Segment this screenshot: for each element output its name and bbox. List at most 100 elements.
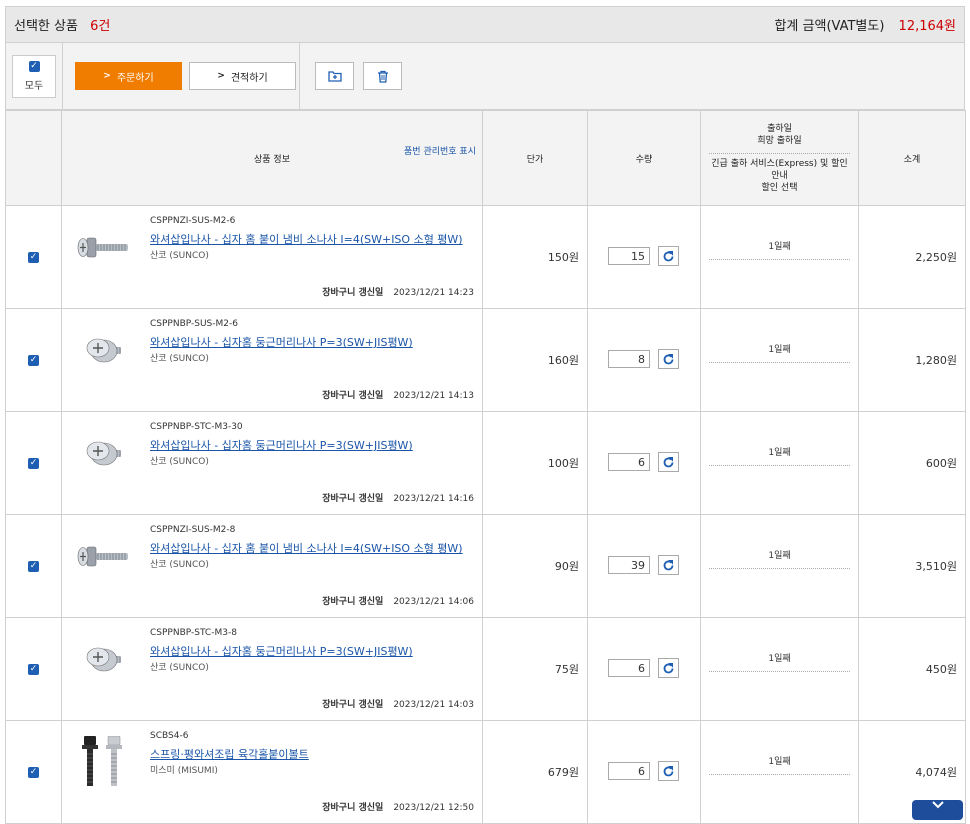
refresh-icon bbox=[663, 353, 674, 364]
divider bbox=[709, 671, 850, 672]
row-subtotal: 1,280원 bbox=[858, 308, 966, 412]
chevron-right-icon: > bbox=[103, 71, 111, 81]
row-checkbox[interactable]: ✓ bbox=[28, 251, 39, 263]
row-subtotal: 2,250원 bbox=[858, 205, 966, 309]
ship-day: 1일째 bbox=[768, 345, 791, 355]
product-name-link[interactable]: 와셔삽입나사 - 십자 홈 붙이 냄비 소나사 I=4(SW+ISO 소형 평W… bbox=[150, 231, 463, 247]
product-image[interactable] bbox=[76, 541, 130, 571]
cart-updated-date: 2023/12/21 14:03 bbox=[393, 700, 474, 710]
refresh-icon bbox=[663, 456, 674, 467]
header-express-info: 긴급 출하 서비스(Express) 및 할인 안내 bbox=[711, 158, 848, 181]
summary-bar: 선택한 상품 6건 합계 금액(VAT별도) 12,164원 bbox=[5, 6, 965, 43]
ship-day: 1일째 bbox=[768, 242, 791, 252]
quantity-input[interactable]: 15 bbox=[608, 247, 650, 265]
product-image[interactable] bbox=[76, 438, 130, 468]
refresh-icon bbox=[663, 662, 674, 673]
product-image[interactable] bbox=[76, 735, 130, 788]
unit-price: 679원 bbox=[482, 720, 588, 824]
cart-updated-date: 2023/12/21 14:16 bbox=[393, 494, 474, 504]
header-desired-ship-date: 희망 출하일 bbox=[757, 135, 802, 146]
divider bbox=[709, 465, 850, 466]
ship-day: 1일째 bbox=[768, 757, 791, 767]
quote-button[interactable]: > 견적하기 bbox=[189, 62, 296, 90]
add-to-folder-button[interactable] bbox=[315, 62, 354, 90]
product-image[interactable] bbox=[76, 335, 130, 365]
table-row: ✓ CSPPNBP-SUS-M2-6 와셔삽입나사 - 십자홈 둥근머리나사 P… bbox=[5, 308, 966, 412]
quantity-input[interactable]: 6 bbox=[608, 659, 650, 677]
divider bbox=[709, 774, 850, 775]
chevron-down-icon bbox=[931, 801, 944, 809]
row-checkbox[interactable]: ✓ bbox=[28, 560, 39, 572]
divider bbox=[709, 568, 850, 569]
round-head-screw-image bbox=[86, 647, 121, 672]
cart-updated-label: 장바구니 갱신일 bbox=[322, 288, 384, 298]
product-name-link[interactable]: 스프링·평와셔조립 육각홀붙이볼트 bbox=[150, 746, 309, 762]
ship-day: 1일째 bbox=[768, 551, 791, 561]
quantity-input[interactable]: 6 bbox=[608, 453, 650, 471]
order-button[interactable]: > 주문하기 bbox=[75, 62, 182, 90]
refresh-quantity-button[interactable] bbox=[658, 349, 679, 369]
refresh-quantity-button[interactable] bbox=[658, 555, 679, 575]
product-code: SCBS4-6 bbox=[150, 731, 189, 741]
product-code: CSPPNBP-SUS-M2-6 bbox=[150, 319, 238, 329]
refresh-quantity-button[interactable] bbox=[658, 246, 679, 266]
row-subtotal: 450원 bbox=[858, 617, 966, 721]
divider bbox=[709, 259, 850, 260]
cart-updated-label: 장바구니 갱신일 bbox=[322, 803, 384, 813]
product-name-link[interactable]: 와셔삽입나사 - 십자홈 둥근머리나사 P=3(SW+JIS평W) bbox=[150, 437, 413, 453]
row-checkbox[interactable]: ✓ bbox=[28, 663, 39, 675]
header-ship-date: 출하일 bbox=[767, 123, 792, 134]
ship-day: 1일째 bbox=[768, 448, 791, 458]
select-all-checkbox[interactable]: ✓ 모두 bbox=[12, 54, 56, 98]
cart-table: 상품 정보 품번 관리번호 표시 단가 수량 출하일 희망 출하일 긴급 출하 … bbox=[5, 110, 966, 824]
scroll-down-button[interactable] bbox=[912, 800, 963, 820]
cart-updated-label: 장바구니 갱신일 bbox=[322, 597, 384, 607]
pan-head-screw-image bbox=[77, 546, 128, 567]
selected-label: 선택한 상품 bbox=[14, 19, 78, 34]
quantity-input[interactable]: 8 bbox=[608, 350, 650, 368]
table-row: ✓ CSPPNBP-STC-M3-30 와셔삽입나사 - 십자홈 둥근머리나사 … bbox=[5, 411, 966, 515]
table-row: ✓ CSPPNBP-STC-M3-8 와셔삽입나사 - 십자홈 둥근머리나사 P… bbox=[5, 617, 966, 721]
refresh-quantity-button[interactable] bbox=[658, 658, 679, 678]
product-maker: 산코 (SUNCO) bbox=[150, 251, 209, 261]
table-row: ✓ CSPPNZI-SUS-M2-6 와셔삽입나사 - 십자 홈 붙이 냄비 소… bbox=[5, 205, 966, 309]
unit-price: 90원 bbox=[482, 514, 588, 618]
product-maker: 산코 (SUNCO) bbox=[150, 457, 209, 467]
quantity-input[interactable]: 39 bbox=[608, 556, 650, 574]
cart-updated-label: 장바구니 갱신일 bbox=[322, 494, 384, 504]
product-name-link[interactable]: 와셔삽입나사 - 십자 홈 붙이 냄비 소나사 I=4(SW+ISO 소형 평W… bbox=[150, 540, 463, 556]
product-code: CSPPNZI-SUS-M2-6 bbox=[150, 216, 236, 226]
product-code: CSPPNBP-STC-M3-30 bbox=[150, 422, 243, 432]
cart-toolbar: ✓ 모두 > 주문하기 > 견적하기 bbox=[5, 43, 965, 110]
product-name-link[interactable]: 와셔삽입나사 - 십자홈 둥근머리나사 P=3(SW+JIS평W) bbox=[150, 643, 413, 659]
ship-day: 1일째 bbox=[768, 654, 791, 664]
cart-panel: 선택한 상품 6건 합계 금액(VAT별도) 12,164원 ✓ 모두 > 주문… bbox=[5, 6, 966, 824]
refresh-quantity-button[interactable] bbox=[658, 452, 679, 472]
product-image[interactable] bbox=[76, 644, 130, 674]
product-name-link[interactable]: 와셔삽입나사 - 십자홈 둥근머리나사 P=3(SW+JIS평W) bbox=[150, 334, 413, 350]
unit-price: 150원 bbox=[482, 205, 588, 309]
divider bbox=[709, 362, 850, 363]
table-row: ✓ SCBS4-6 스프링·평와셔조립 육각홀붙이볼트 미스미 (MISUMI)… bbox=[5, 720, 966, 824]
checkbox-checked-icon: ✓ bbox=[28, 60, 40, 72]
header-discount-select: 할인 선택 bbox=[761, 182, 798, 193]
product-image[interactable] bbox=[76, 232, 130, 262]
cart-updated-date: 2023/12/21 12:50 bbox=[393, 803, 474, 813]
cart-updated-label: 장바구니 갱신일 bbox=[322, 391, 384, 401]
product-code: CSPPNZI-SUS-M2-8 bbox=[150, 525, 236, 535]
quantity-input[interactable]: 6 bbox=[608, 762, 650, 780]
refresh-quantity-button[interactable] bbox=[658, 761, 679, 781]
row-checkbox[interactable]: ✓ bbox=[28, 766, 39, 778]
add-to-folder-icon bbox=[327, 71, 342, 82]
header-price: 단가 bbox=[482, 110, 588, 206]
refresh-icon bbox=[663, 765, 674, 776]
product-code: CSPPNBP-STC-M3-8 bbox=[150, 628, 237, 638]
show-part-number-link[interactable]: 품번 관리번호 표시 bbox=[404, 144, 476, 157]
delete-button[interactable] bbox=[363, 62, 402, 90]
cart-updated-date: 2023/12/21 14:13 bbox=[393, 391, 474, 401]
chevron-right-icon: > bbox=[217, 71, 225, 81]
quote-button-label: 견적하기 bbox=[230, 72, 268, 84]
row-checkbox[interactable]: ✓ bbox=[28, 457, 39, 469]
round-head-screw-image bbox=[86, 338, 121, 363]
row-checkbox[interactable]: ✓ bbox=[28, 354, 39, 366]
